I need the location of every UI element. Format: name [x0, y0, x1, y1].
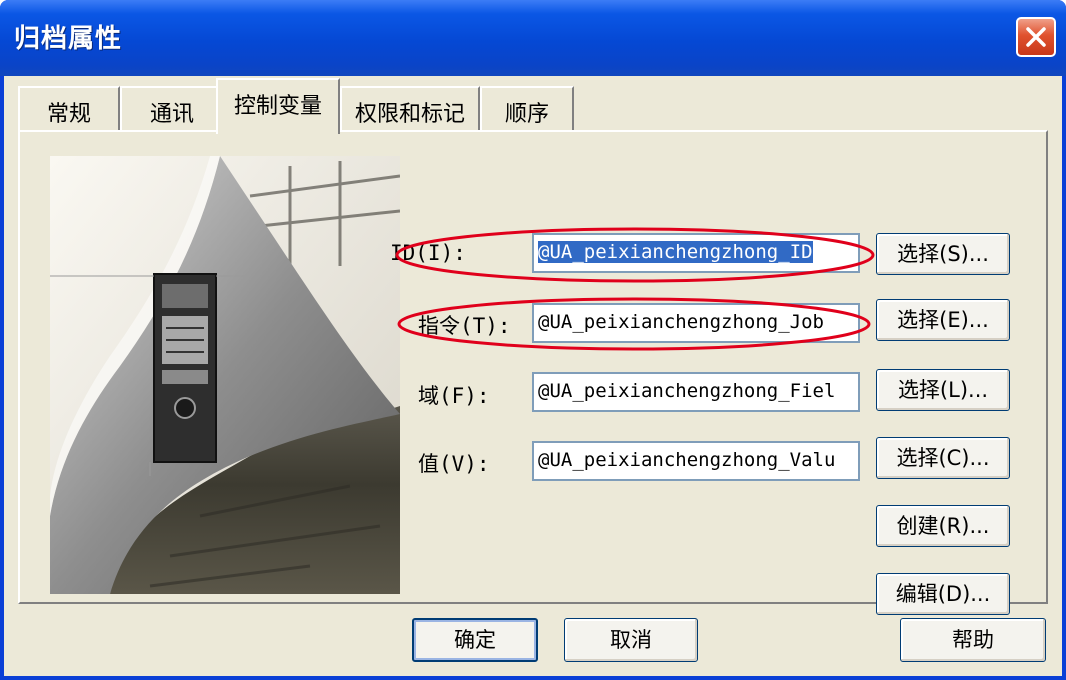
- dialog-body: 常规 通讯 控制变量 权限和标记 顺序 ID(I): @UA_peixianch…: [4, 76, 1062, 676]
- tab-panel: ID(I): @UA_peixianchengzhong_ID 选择(S)...…: [18, 130, 1048, 615]
- domain-field[interactable]: @UA_peixianchengzhong_Fiel: [532, 372, 860, 412]
- cancel-button[interactable]: 取消: [564, 618, 698, 662]
- tab-communication[interactable]: 通讯: [120, 86, 224, 132]
- select-value-button[interactable]: 选择(C)...: [876, 437, 1010, 479]
- value-field-value: @UA_peixianchengzhong_Valu: [538, 449, 836, 471]
- archive-illustration-image: [50, 156, 400, 594]
- close-button[interactable]: [1016, 17, 1056, 57]
- edit-button[interactable]: 编辑(D)...: [876, 573, 1010, 615]
- close-icon: [1026, 27, 1046, 47]
- highlight-ellipse-command: [397, 297, 871, 351]
- help-button[interactable]: 帮助: [900, 618, 1046, 662]
- tab-strip: 常规 通讯 控制变量 权限和标记 顺序: [4, 76, 1062, 136]
- highlight-ellipse-id: [395, 227, 875, 283]
- tab-general[interactable]: 常规: [18, 86, 120, 132]
- tab-order[interactable]: 顺序: [480, 86, 574, 132]
- window-title: 归档属性: [14, 24, 123, 54]
- select-domain-button[interactable]: 选择(L)...: [876, 369, 1010, 411]
- select-command-button[interactable]: 选择(E)...: [876, 299, 1010, 341]
- value-label: 值(V):: [418, 452, 490, 476]
- tab-control-variables[interactable]: 控制变量: [216, 78, 340, 134]
- dialog-window: 归档属性 常规 通讯 控制变量 权限和标记 顺序 ID(I): @UA_peix…: [0, 0, 1066, 680]
- value-field[interactable]: @UA_peixianchengzhong_Valu: [532, 441, 860, 481]
- title-bar[interactable]: 归档属性: [0, 0, 1066, 76]
- domain-label: 域(F):: [418, 384, 490, 408]
- select-id-button[interactable]: 选择(S)...: [876, 233, 1010, 275]
- tab-permissions-and-tags[interactable]: 权限和标记: [340, 86, 480, 132]
- create-button[interactable]: 创建(R)...: [876, 505, 1010, 547]
- ok-button[interactable]: 确定: [412, 618, 538, 662]
- domain-field-value: @UA_peixianchengzhong_Fiel: [538, 380, 836, 402]
